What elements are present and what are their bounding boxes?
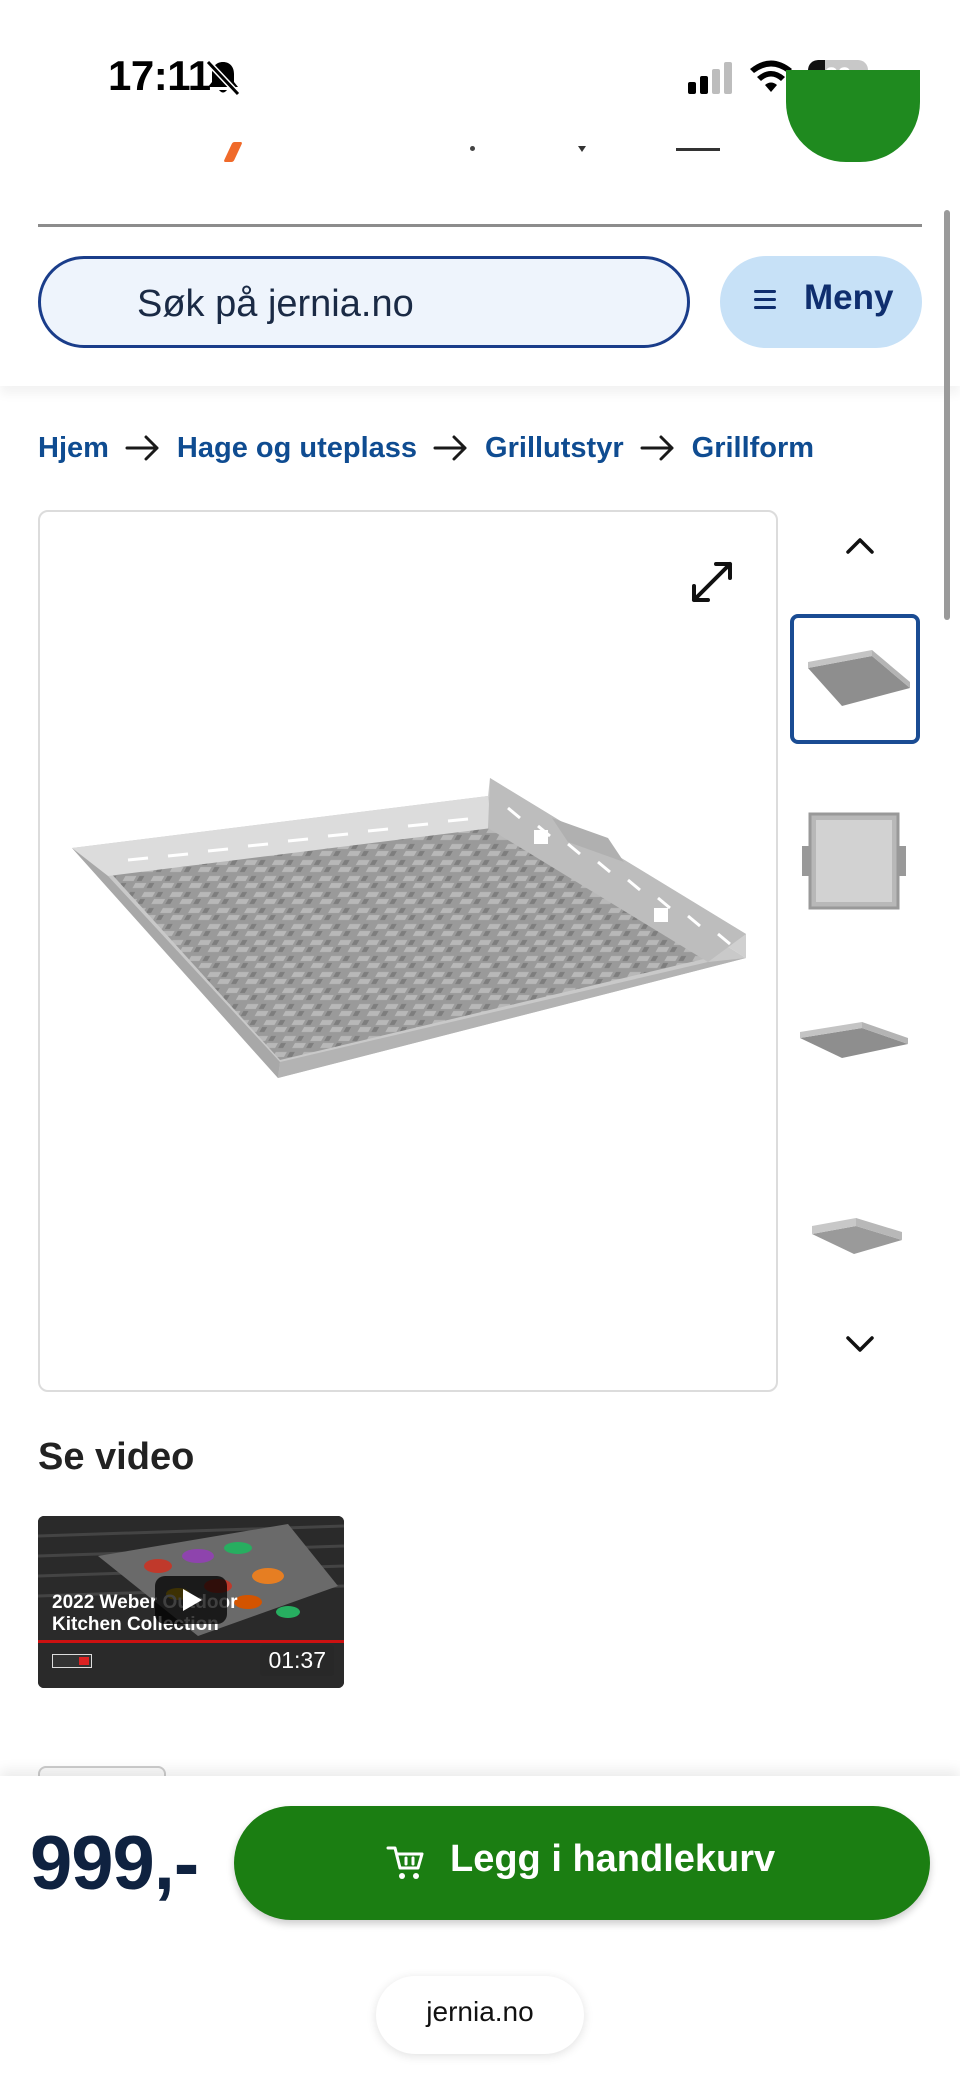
weber-logo (52, 1654, 92, 1668)
thumbnail-grill-basket-angled (808, 650, 910, 706)
add-to-cart-button[interactable]: Legg i handlekurv (234, 1806, 930, 1920)
shopping-cart-icon (386, 1846, 424, 1879)
purchase-bar: 999,- Legg i handlekurv jernia.no (0, 1776, 960, 2087)
search-placeholder: Søk på jernia.no (137, 283, 414, 325)
thumbnail-grill-basket-side (800, 1022, 908, 1058)
bell-muted-icon (205, 59, 241, 97)
video-thumbnail[interactable]: 2022 Weber Outdoor Kitchen Collection 01… (38, 1516, 344, 1688)
menu-label: Meny (804, 278, 894, 317)
play-button[interactable] (155, 1576, 227, 1624)
video-section-title: Se video (38, 1436, 195, 1478)
play-icon (183, 1589, 202, 1611)
thumbnail-3[interactable] (790, 978, 920, 1108)
arrow-right-icon (640, 435, 674, 461)
thumbnail-grill-basket-low (812, 1218, 902, 1254)
breadcrumb-home[interactable]: Hjem (38, 432, 109, 465)
browser-url-bar[interactable]: jernia.no (376, 1976, 584, 2054)
header-partial (0, 70, 960, 180)
breadcrumb: Hjem Hage og uteplass Grillutstyr Grillf… (38, 428, 814, 468)
grill-basket-image (72, 778, 746, 1078)
video-duration: 01:37 (260, 1645, 334, 1676)
chevron-down-icon[interactable] (842, 1332, 878, 1356)
thumbnail-4[interactable] (790, 1160, 920, 1278)
product-price: 999,- (30, 1821, 199, 1906)
header-divider (38, 224, 922, 227)
breadcrumb-grill-pan[interactable]: Grillform (692, 432, 814, 465)
header-green-button-partial[interactable] (786, 70, 920, 162)
arrow-right-icon (433, 435, 467, 461)
scrollbar[interactable] (944, 210, 950, 620)
breadcrumb-grill-accessories[interactable]: Grillutstyr (485, 432, 624, 465)
thumbnail-1[interactable] (790, 614, 920, 744)
menu-button[interactable]: Meny (720, 256, 922, 348)
expand-icon[interactable] (686, 556, 738, 608)
breadcrumb-garden[interactable]: Hage og uteplass (177, 432, 417, 465)
main-product-image-frame[interactable] (38, 510, 778, 1392)
cellular-signal-icon (688, 62, 732, 94)
thumbnail-2[interactable] (790, 796, 920, 926)
browser-url: jernia.no (426, 1996, 534, 2027)
thumbnail-grill-basket-top (802, 812, 906, 910)
search-row: Søk på jernia.no Meny (0, 228, 960, 386)
add-to-cart-label: Legg i handlekurv (450, 1838, 776, 1880)
search-input[interactable]: Søk på jernia.no (38, 256, 690, 348)
chevron-up-icon[interactable] (842, 534, 878, 558)
arrow-right-icon (125, 435, 159, 461)
hamburger-menu-icon (754, 290, 776, 309)
status-time: 17:11 (108, 52, 211, 99)
